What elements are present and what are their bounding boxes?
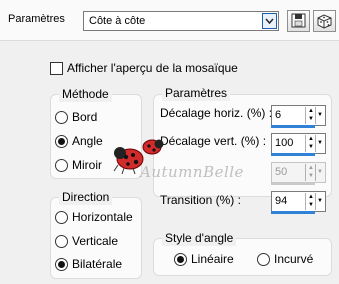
preset-value: Côte à côte <box>89 15 146 27</box>
preview-checkbox[interactable] <box>50 61 63 75</box>
decalage-vert-label: Décalage vert. (%) : <box>160 134 267 148</box>
save-preset-icon[interactable] <box>287 10 310 32</box>
slider-bar[interactable] <box>271 125 315 128</box>
radio-verticale[interactable] <box>55 234 68 248</box>
methode-option-miroir[interactable]: Miroir <box>55 157 102 173</box>
style-option-label: Incurvé <box>274 252 314 266</box>
methode-option-bord[interactable]: Bord <box>55 109 97 125</box>
direction-option-label: Verticale <box>72 234 119 248</box>
dropdown-arrow-icon[interactable]: ▼ <box>315 135 324 152</box>
slider-bar <box>271 182 315 185</box>
preview-checkbox-row[interactable]: Afficher l'aperçu de la mosaïque <box>50 61 238 75</box>
spin-down-icon[interactable]: ▼ <box>307 115 315 123</box>
presets-label: Paramètres <box>8 13 65 25</box>
spin-down-icon: ▼ <box>308 173 314 179</box>
transition-label: Transition (%) : <box>160 193 241 207</box>
angle-value-stepper: 50 ▲ ▼ ▼ <box>271 162 326 185</box>
spin-down-icon[interactable]: ▼ <box>307 143 315 151</box>
methode-option-label: Miroir <box>72 158 102 172</box>
spin-down-icon[interactable]: ▼ <box>307 201 315 209</box>
style-angle-group: Style d'angle Linéaire Incurvé <box>153 231 332 276</box>
decalage-horiz-stepper[interactable]: 6 ▲ ▼ ▼ <box>271 105 326 128</box>
decalage-horiz-value[interactable]: 6 <box>275 109 281 121</box>
methode-option-label: Bord <box>72 110 98 124</box>
angle-value: 50 <box>275 166 288 178</box>
direction-title: Direction <box>59 190 113 205</box>
slider-bar[interactable] <box>271 211 315 214</box>
direction-option-horizontale[interactable]: Horizontale <box>55 209 133 225</box>
transition-value[interactable]: 94 <box>275 195 287 207</box>
radio-miroir[interactable] <box>55 158 68 172</box>
style-option-incurve[interactable]: Incurvé <box>257 251 313 267</box>
radio-bilaterale[interactable] <box>55 257 68 271</box>
methode-option-angle[interactable]: Angle <box>55 133 103 149</box>
radio-lineaire[interactable] <box>174 252 187 266</box>
spin-up-icon: ▲ <box>308 165 314 171</box>
spin-up-icon[interactable]: ▲ <box>307 135 315 143</box>
style-option-label: Linéaire <box>191 252 234 266</box>
dropdown-arrow-icon[interactable]: ▼ <box>315 107 324 124</box>
parametres-title: Paramètres <box>162 86 231 101</box>
direction-group: Direction Horizontale Verticale Bilatéra… <box>50 190 142 279</box>
decalage-horiz-label: Décalage horiz. (%) : <box>160 106 273 120</box>
decalage-vert-value[interactable]: 100 <box>275 137 293 149</box>
radio-horizontale[interactable] <box>55 210 68 224</box>
slider-bar[interactable] <box>271 153 315 156</box>
radio-incurve[interactable] <box>257 252 270 266</box>
dropdown-arrow-icon[interactable]: ▼ <box>315 193 324 210</box>
random-preset-icon[interactable] <box>313 10 336 32</box>
methode-title: Méthode <box>59 87 112 102</box>
radio-angle[interactable] <box>55 134 68 148</box>
transition-stepper[interactable]: 94 ▲ ▼ ▼ <box>271 191 326 214</box>
style-option-lineaire[interactable]: Linéaire <box>174 251 234 267</box>
spin-up-icon[interactable]: ▲ <box>307 107 315 115</box>
spin-up-icon[interactable]: ▲ <box>307 193 315 201</box>
direction-option-label: Bilatérale <box>72 257 123 271</box>
chevron-down-icon[interactable] <box>262 13 277 29</box>
top-toolbar: Paramètres Côte à côte <box>0 0 339 41</box>
direction-option-bilaterale[interactable]: Bilatérale <box>55 256 122 272</box>
radio-bord[interactable] <box>55 110 68 124</box>
direction-option-verticale[interactable]: Verticale <box>55 233 118 249</box>
style-angle-title: Style d'angle <box>162 231 237 246</box>
preview-checkbox-label: Afficher l'aperçu de la mosaïque <box>67 61 238 75</box>
preset-dropdown[interactable]: Côte à côte <box>83 11 279 31</box>
direction-option-label: Horizontale <box>72 210 133 224</box>
methode-option-label: Angle <box>72 134 103 148</box>
dropdown-arrow-icon: ▼ <box>315 164 324 181</box>
decalage-vert-stepper[interactable]: 100 ▲ ▼ ▼ <box>271 133 326 156</box>
watermark-text: AutumnBelle <box>140 163 244 181</box>
